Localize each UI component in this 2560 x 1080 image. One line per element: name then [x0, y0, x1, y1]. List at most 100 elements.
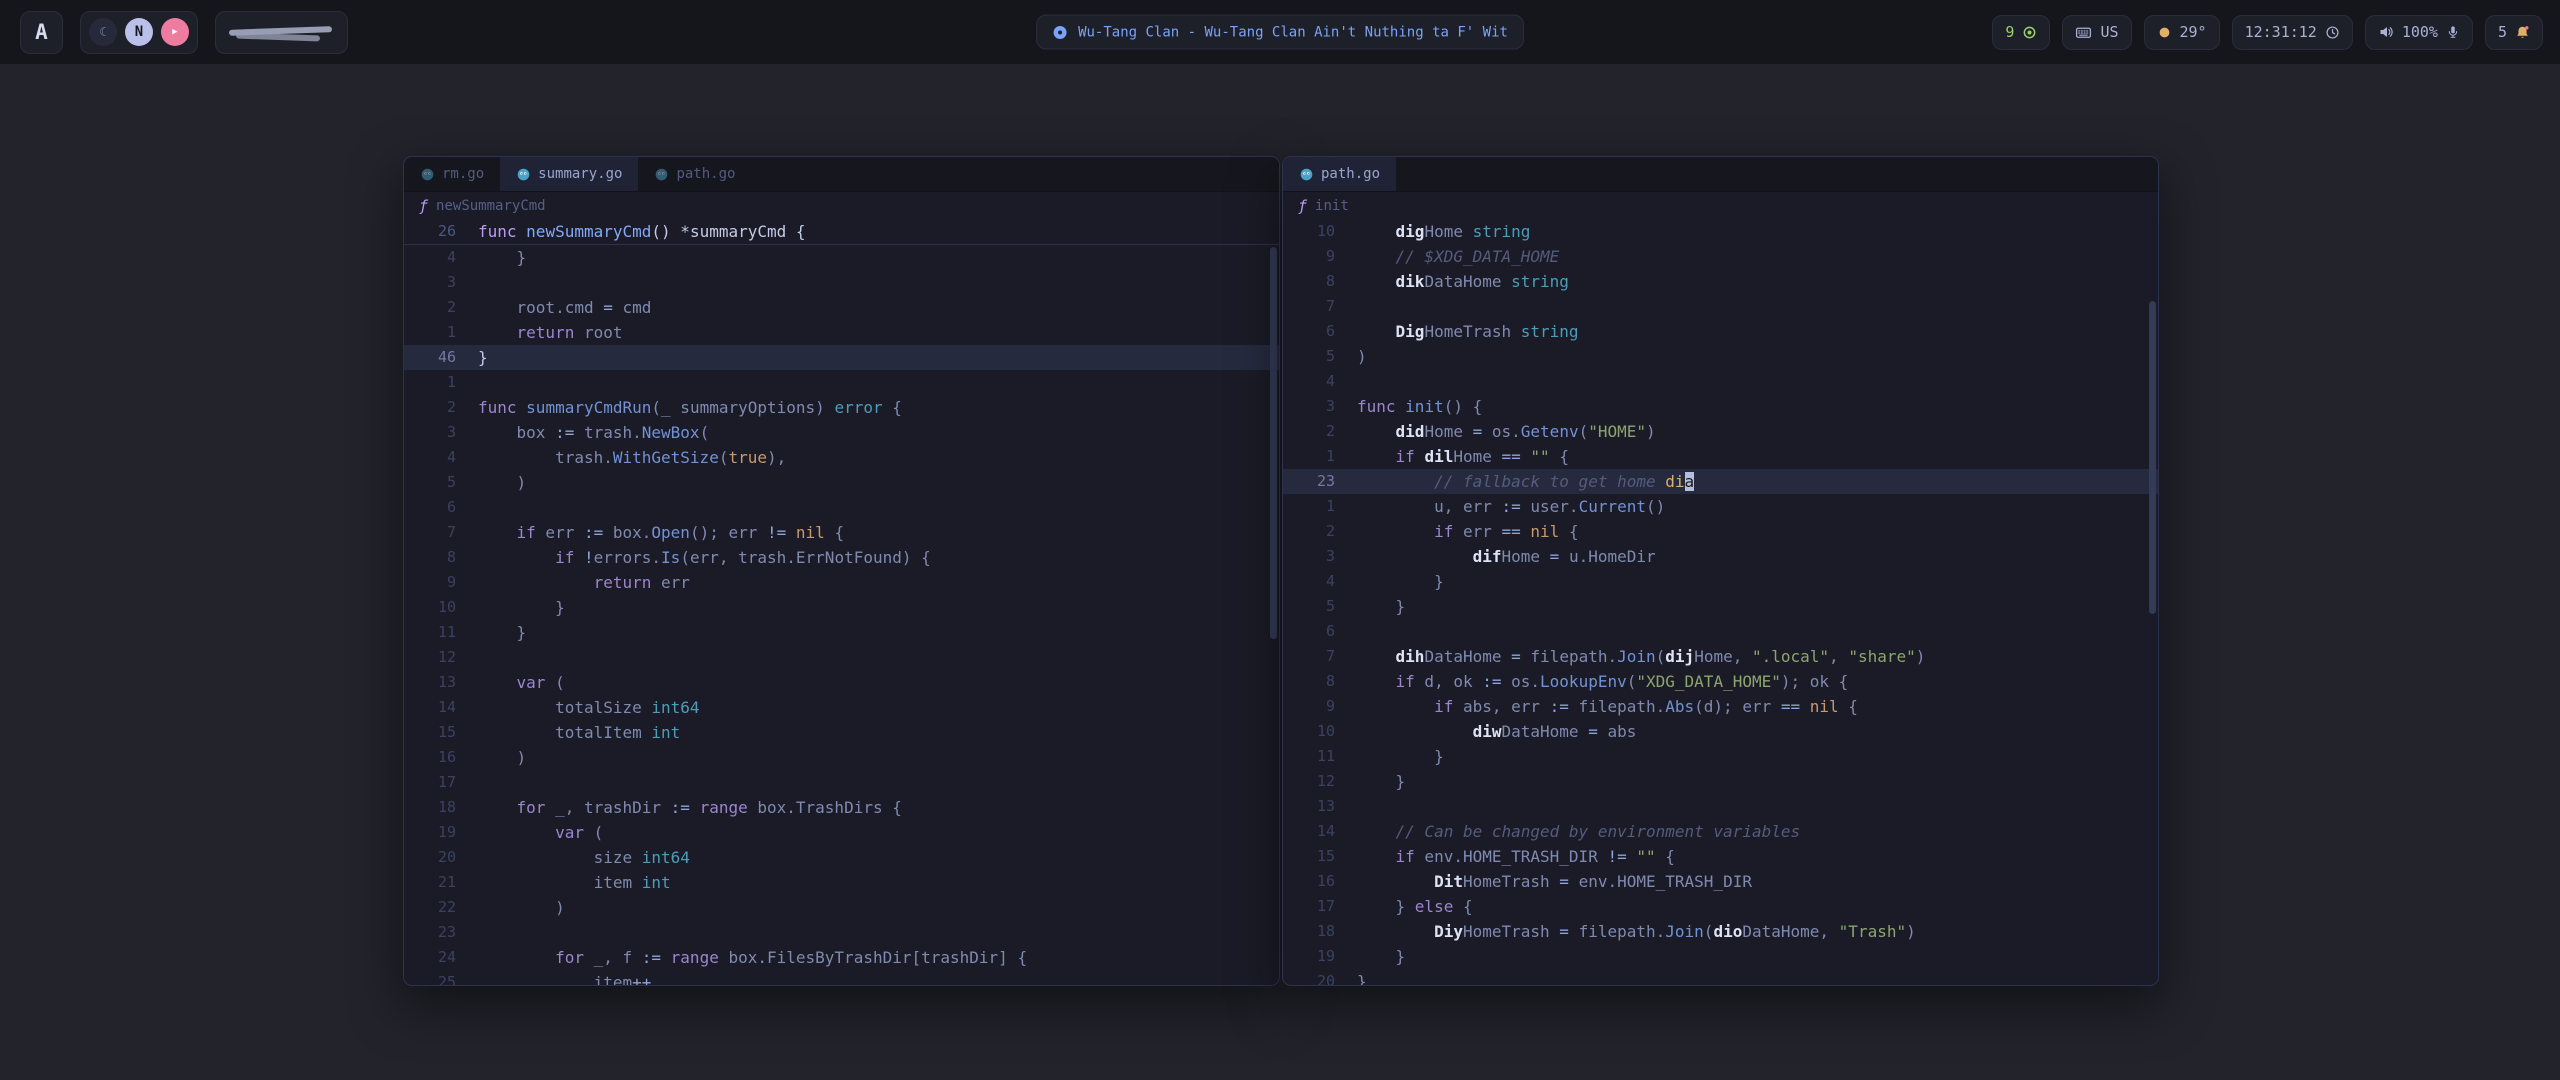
code-line[interactable]: 3 box := trash.NewBox( [404, 420, 1279, 445]
code-line[interactable]: 10 } [404, 595, 1279, 620]
code-line[interactable]: 1 if dilHome == "" { [1283, 444, 2158, 469]
code-line[interactable]: 6 [404, 495, 1279, 520]
code-line[interactable]: 9 return err [404, 570, 1279, 595]
code-line[interactable]: 17 [404, 770, 1279, 795]
notifications-pill[interactable]: 5 [2485, 15, 2543, 50]
volume-pill[interactable]: 100% [2365, 15, 2473, 50]
workspace-2-button-active[interactable]: N [125, 18, 153, 46]
code-line[interactable]: 18 for _, trashDir := range box.TrashDir… [404, 795, 1279, 820]
media-player-pill[interactable]: Wu-Tang Clan - Wu-Tang Clan Ain't Nuthin… [1036, 15, 1524, 50]
code-line[interactable]: 23 // fallback to get home dia [1283, 469, 2158, 494]
line-number: 8 [1283, 669, 1335, 694]
code-line[interactable]: 11 } [404, 620, 1279, 645]
tab-path-go[interactable]: path.go [1283, 157, 1396, 191]
code-line[interactable]: 16 DitHomeTrash = env.HOME_TRASH_DIR [1283, 869, 2158, 894]
code-line[interactable]: 46} [404, 345, 1279, 370]
line-number: 2 [1283, 419, 1335, 444]
code-line[interactable]: 8 if d, ok := os.LookupEnv("XDG_DATA_HOM… [1283, 669, 2158, 694]
code-line[interactable]: 23 [404, 920, 1279, 945]
code-text: } [1335, 569, 1444, 594]
code-line[interactable]: 19 var ( [404, 820, 1279, 845]
code-line[interactable]: 13 var ( [404, 670, 1279, 695]
code-line[interactable]: 1 u, err := user.Current() [1283, 494, 2158, 519]
scrollbar-thumb[interactable] [2149, 301, 2156, 614]
workspace-3-button[interactable]: ▶ [161, 18, 189, 46]
code-line[interactable]: 3func init() { [1283, 394, 2158, 419]
code-text: root.cmd = cmd [456, 295, 651, 320]
line-number: 26 [404, 219, 456, 244]
code-line[interactable]: 15 if env.HOME_TRASH_DIR != "" { [1283, 844, 2158, 869]
code-line[interactable]: 5) [1283, 344, 2158, 369]
code-text: if dilHome == "" { [1335, 444, 1569, 469]
line-number: 24 [404, 945, 456, 970]
speaker-icon [2378, 24, 2394, 40]
clock-pill[interactable]: 12:31:12 [2232, 15, 2353, 50]
code-line[interactable]: 16 ) [404, 745, 1279, 770]
code-line[interactable]: 22 ) [404, 895, 1279, 920]
code-line[interactable]: 3 [404, 270, 1279, 295]
code-line[interactable]: 18 DiyHomeTrash = filepath.Join(dioDataH… [1283, 919, 2158, 944]
code-line[interactable]: 17 } else { [1283, 894, 2158, 919]
code-line[interactable]: 19 } [1283, 944, 2158, 969]
code-line[interactable]: 5 } [1283, 594, 2158, 619]
code-line[interactable]: 21 item int [404, 870, 1279, 895]
code-line[interactable]: 10 diwDataHome = abs [1283, 719, 2158, 744]
breadcrumb: ƒ newSummaryCmd [404, 192, 1279, 220]
code-line[interactable]: 20} [1283, 969, 2158, 985]
code-line[interactable]: 2 root.cmd = cmd [404, 295, 1279, 320]
code-text: for _, f := range box.FilesByTrashDir[tr… [456, 945, 1027, 970]
code-line[interactable]: 11 } [1283, 744, 2158, 769]
editor-window-right: path.go ƒ init 10 digHome string9 // $XD… [1282, 156, 2159, 986]
code-line[interactable]: 24 for _, f := range box.FilesByTrashDir… [404, 945, 1279, 970]
tab-label: path.go [1321, 166, 1380, 182]
code-line[interactable]: 2 if err == nil { [1283, 519, 2158, 544]
tab-path-go[interactable]: path.go [638, 157, 751, 191]
code-line[interactable]: 12 [404, 645, 1279, 670]
media-title: Wu-Tang Clan - Wu-Tang Clan Ain't Nuthin… [1078, 24, 1508, 40]
tab-summary-go[interactable]: summary.go [500, 157, 638, 191]
code-line[interactable]: 2func summaryCmdRun(_ summaryOptions) er… [404, 395, 1279, 420]
code-line[interactable]: 8 dikDataHome string [1283, 269, 2158, 294]
line-number: 2 [404, 295, 456, 320]
code-line[interactable]: 13 [1283, 794, 2158, 819]
code-line[interactable]: 5 ) [404, 470, 1279, 495]
go-file-icon [654, 167, 669, 182]
code-line[interactable]: 3 difHome = u.HomeDir [1283, 544, 2158, 569]
code-line[interactable]: 10 digHome string [1283, 219, 2158, 244]
line-number: 6 [1283, 619, 1335, 644]
code-text: } [456, 595, 565, 620]
code-line[interactable]: 1 return root [404, 320, 1279, 345]
code-line[interactable]: 25 item++ [404, 970, 1279, 985]
code-text: } [1335, 969, 1367, 985]
launcher-button[interactable]: A [20, 11, 63, 54]
code-line[interactable]: 9 if abs, err := filepath.Abs(d); err ==… [1283, 694, 2158, 719]
code-line[interactable]: 8 if !errors.Is(err, trash.ErrNotFound) … [404, 545, 1279, 570]
code-line[interactable]: 9 // $XDG_DATA_HOME [1283, 244, 2158, 269]
code-line[interactable]: 6 [1283, 619, 2158, 644]
tab-rm-go[interactable]: rm.go [404, 157, 500, 191]
window-title-redacted[interactable] [215, 11, 348, 54]
line-number: 1 [1283, 494, 1335, 519]
code-line[interactable]: 2 didHome = os.Getenv("HOME") [1283, 419, 2158, 444]
code-line[interactable]: 6 DigHomeTrash string [1283, 319, 2158, 344]
code-line[interactable]: 20 size int64 [404, 845, 1279, 870]
keyboard-layout-pill[interactable]: US [2062, 15, 2131, 50]
code-line[interactable]: 4 } [1283, 569, 2158, 594]
code-text: size int64 [456, 845, 690, 870]
code-line[interactable]: 15 totalItem int [404, 720, 1279, 745]
workspace-1-button[interactable]: ☾ [89, 18, 117, 46]
weather-pill[interactable]: 29° [2144, 15, 2220, 50]
code-line[interactable]: 4 trash.WithGetSize(true), [404, 445, 1279, 470]
code-text: ) [456, 470, 526, 495]
code-line[interactable]: 7 if err := box.Open(); err != nil { [404, 520, 1279, 545]
updates-pill[interactable]: 9 [1992, 15, 2050, 50]
code-line[interactable]: 4 [1283, 369, 2158, 394]
scrollbar-thumb[interactable] [1270, 247, 1277, 639]
code-line[interactable]: 4 } [404, 245, 1279, 270]
code-line[interactable]: 1 [404, 370, 1279, 395]
code-line[interactable]: 14 totalSize int64 [404, 695, 1279, 720]
code-line[interactable]: 14 // Can be changed by environment vari… [1283, 819, 2158, 844]
code-line[interactable]: 7 dihDataHome = filepath.Join(dijHome, "… [1283, 644, 2158, 669]
code-line[interactable]: 7 [1283, 294, 2158, 319]
code-line[interactable]: 12 } [1283, 769, 2158, 794]
